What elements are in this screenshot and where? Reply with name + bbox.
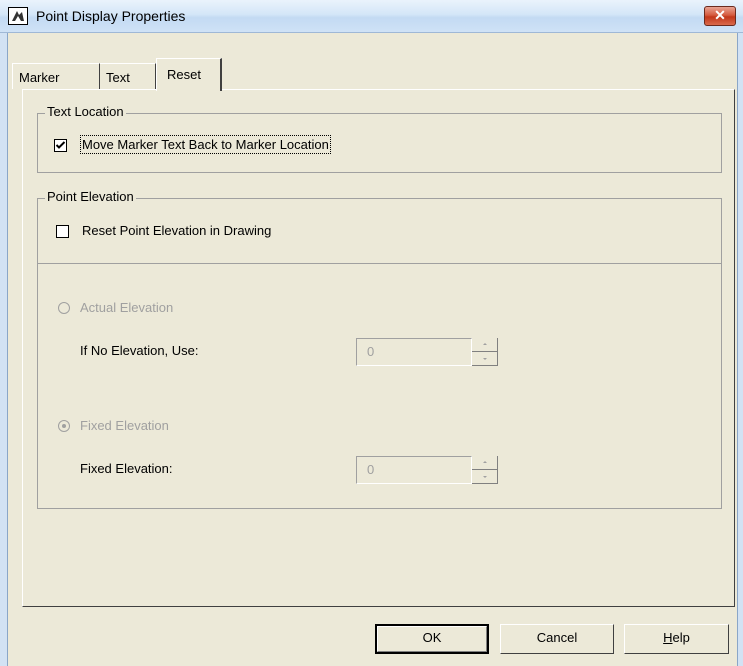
ok-button-label: OK <box>422 630 442 645</box>
point-elevation-group-label: Point Elevation <box>45 189 136 204</box>
help-button-label: Help <box>663 630 690 645</box>
reset-point-elevation-checkbox[interactable] <box>56 225 69 238</box>
reset-point-elevation-label[interactable]: Reset Point Elevation in Drawing <box>82 223 271 238</box>
tab-marker-label: Marker <box>19 70 60 85</box>
fixed-elevation-value: 0 <box>367 462 375 477</box>
fixed-elevation-spinner[interactable] <box>472 456 498 484</box>
radio-selected-dot <box>62 424 66 428</box>
actual-elevation-radio[interactable] <box>58 302 70 314</box>
spin-down-arrow-icon[interactable] <box>472 470 498 484</box>
tab-reset[interactable]: Reset <box>156 58 222 91</box>
spin-down-arrow-icon[interactable] <box>472 352 498 366</box>
actual-elevation-label[interactable]: Actual Elevation <box>80 300 173 315</box>
tab-text[interactable]: Text <box>100 63 156 89</box>
no-elevation-spinner[interactable] <box>472 338 498 366</box>
window-title: Point Display Properties <box>36 8 186 24</box>
fixed-elevation-field-label: Fixed Elevation: <box>80 461 173 476</box>
move-marker-text-label[interactable]: Move Marker Text Back to Marker Location <box>80 135 331 154</box>
fixed-elevation-label[interactable]: Fixed Elevation <box>80 418 169 433</box>
tab-marker[interactable]: Marker <box>12 63 100 89</box>
close-icon: ✕ <box>714 7 726 23</box>
no-elevation-input[interactable]: 0 <box>356 338 472 366</box>
window-frame-right <box>737 33 743 666</box>
spin-up-arrow-icon[interactable] <box>472 456 498 470</box>
elevation-separator <box>38 263 721 264</box>
no-elevation-field-label: If No Elevation, Use: <box>80 343 199 358</box>
cancel-button[interactable]: Cancel <box>500 624 614 654</box>
ok-button[interactable]: OK <box>375 624 489 654</box>
move-marker-text-checkbox[interactable] <box>54 139 67 152</box>
app-icon[interactable] <box>8 7 28 25</box>
close-button[interactable]: ✕ <box>704 6 736 26</box>
fixed-elevation-input[interactable]: 0 <box>356 456 472 484</box>
text-location-group-label: Text Location <box>45 104 126 119</box>
no-elevation-value: 0 <box>367 344 375 359</box>
title-bar[interactable]: Point Display Properties ✕ <box>0 0 743 33</box>
help-button[interactable]: Help <box>624 624 729 654</box>
window-frame-left <box>0 33 8 666</box>
tab-text-label: Text <box>106 70 130 85</box>
tab-reset-label: Reset <box>167 67 201 82</box>
cancel-button-label: Cancel <box>536 630 578 645</box>
spin-up-arrow-icon[interactable] <box>472 338 498 352</box>
fixed-elevation-radio[interactable] <box>58 420 70 432</box>
help-mnemonic: H <box>663 630 673 645</box>
help-rest: elp <box>672 630 690 645</box>
